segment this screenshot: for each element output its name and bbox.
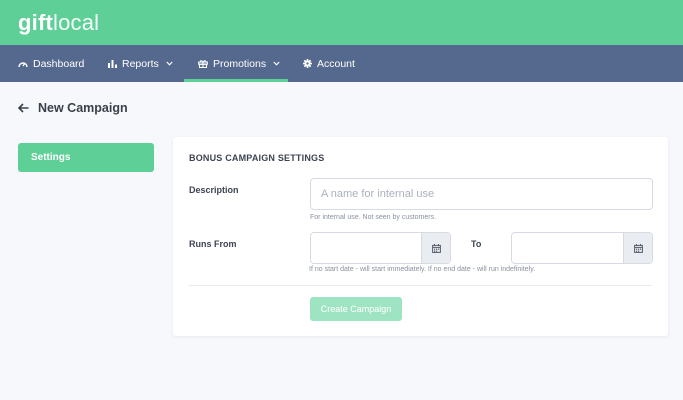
nav-promotions-label: Promotions	[213, 57, 267, 70]
nav-account[interactable]: Account	[303, 45, 355, 82]
nav-dashboard-label: Dashboard	[33, 57, 85, 70]
calendar-icon	[431, 243, 441, 253]
brand-logo[interactable]: gift local	[18, 10, 99, 36]
brand-logo-bold: gift	[18, 10, 54, 35]
top-header: gift local	[0, 0, 683, 45]
nav-account-label: Account	[317, 57, 355, 70]
description-placeholder: A name for internal use	[321, 188, 435, 200]
bar-chart-icon	[108, 60, 117, 68]
runs-from-label: Runs From	[189, 239, 237, 249]
divider	[189, 285, 652, 286]
page-title: New Campaign	[38, 101, 128, 115]
start-date-picker[interactable]	[421, 233, 450, 263]
chevron-down-icon	[273, 61, 280, 66]
end-date-picker[interactable]	[623, 233, 652, 263]
back-link[interactable]: New Campaign	[18, 101, 128, 115]
start-date-input[interactable]	[310, 232, 451, 264]
nav-reports-label: Reports	[122, 57, 159, 70]
end-date-input[interactable]	[511, 232, 653, 264]
gear-icon	[303, 59, 312, 68]
gift-icon	[198, 60, 208, 68]
gauge-icon	[18, 62, 28, 68]
nav-dashboard[interactable]: Dashboard	[18, 45, 84, 82]
runs-help: If no start date - will start immediatel…	[309, 266, 536, 273]
main-nav: Dashboard Reports Promotions Account	[0, 45, 683, 82]
arrow-left-icon	[18, 103, 29, 113]
runs-to-label: To	[471, 239, 482, 249]
settings-card: BONUS CAMPAIGN SETTINGS Description A na…	[173, 137, 668, 336]
chevron-down-icon	[166, 61, 173, 66]
description-help: For internal use. Not seen by customers.	[310, 214, 437, 221]
create-campaign-button[interactable]: Create Campaign	[310, 297, 402, 321]
description-input[interactable]: A name for internal use	[310, 178, 653, 210]
calendar-icon	[633, 243, 643, 253]
nav-reports[interactable]: Reports	[108, 45, 173, 82]
brand-logo-light: local	[53, 10, 100, 35]
nav-promotions[interactable]: Promotions	[184, 45, 288, 82]
description-label: Description	[189, 185, 239, 195]
section-title: BONUS CAMPAIGN SETTINGS	[189, 153, 325, 163]
tab-settings[interactable]: Settings	[18, 143, 154, 172]
